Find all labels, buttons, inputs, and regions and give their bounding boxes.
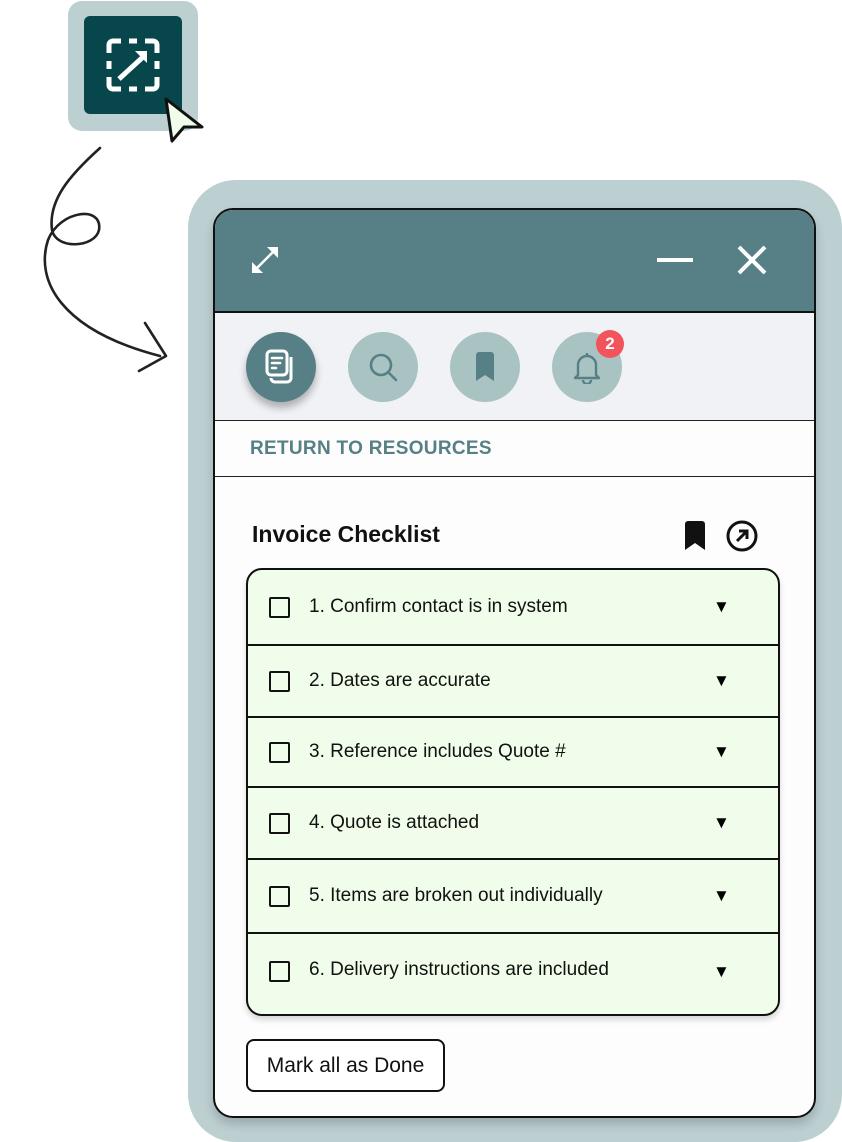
checkbox[interactable] bbox=[269, 961, 290, 982]
checklist-row[interactable]: 5. Items are broken out individually ▼ bbox=[248, 860, 778, 934]
checklist-row[interactable]: 2. Dates are accurate ▼ bbox=[248, 646, 778, 718]
checklist-item-label: 5. Items are broken out individually bbox=[309, 885, 603, 906]
expand-caret-icon[interactable]: ▼ bbox=[713, 597, 730, 617]
checklist-row[interactable]: 4. Quote is attached ▼ bbox=[248, 788, 778, 860]
curved-arrow-icon bbox=[43, 146, 168, 373]
expand-caret-icon[interactable]: ▼ bbox=[713, 742, 730, 762]
checklist-item-label: 2. Dates are accurate bbox=[309, 670, 491, 691]
checklist-item-label: 3. Reference includes Quote # bbox=[309, 741, 566, 762]
expand-caret-icon[interactable]: ▼ bbox=[713, 813, 730, 833]
expand-caret-icon[interactable]: ▼ bbox=[713, 671, 730, 691]
checklist: 1. Confirm contact is in system ▼ 2. Dat… bbox=[246, 568, 780, 1016]
checkbox[interactable] bbox=[269, 885, 290, 907]
checkbox[interactable] bbox=[269, 812, 290, 834]
window-content-layer: 1. Confirm contact is in system ▼ 2. Dat… bbox=[215, 210, 814, 1116]
checkbox[interactable] bbox=[269, 596, 290, 618]
checkbox[interactable] bbox=[269, 670, 290, 692]
checklist-row[interactable]: 3. Reference includes Quote # ▼ bbox=[248, 718, 778, 788]
expand-selection-icon bbox=[106, 38, 160, 92]
checkbox[interactable] bbox=[269, 741, 290, 763]
checklist-row[interactable]: 1. Confirm contact is in system ▼ bbox=[248, 570, 778, 646]
checklist-item-label: 4. Quote is attached bbox=[309, 812, 480, 833]
checklist-item-label: 1. Confirm contact is in system bbox=[309, 596, 568, 617]
expand-caret-icon[interactable]: ▼ bbox=[713, 886, 730, 906]
mark-all-done-button[interactable]: Mark all as Done bbox=[246, 1039, 445, 1092]
checklist-item-label: 6. Delivery instructions are included bbox=[309, 959, 609, 980]
expand-caret-icon[interactable]: ▼ bbox=[713, 962, 730, 982]
checklist-row[interactable]: 6. Delivery instructions are included ▼ bbox=[248, 934, 778, 1014]
pointer-cursor-icon bbox=[164, 97, 204, 143]
